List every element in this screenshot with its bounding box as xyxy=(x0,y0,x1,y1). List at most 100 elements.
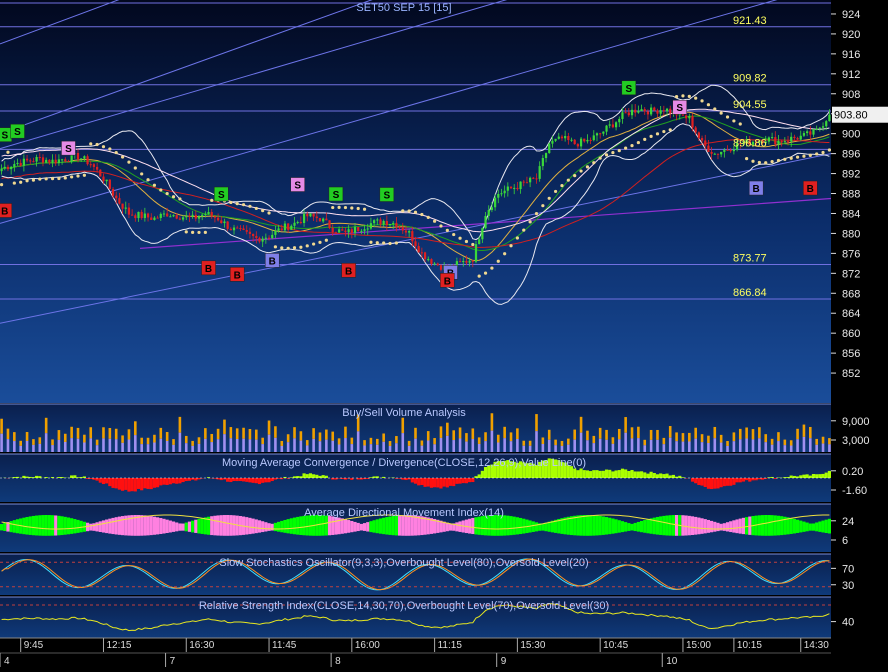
candle xyxy=(592,135,595,141)
volume-bar xyxy=(465,441,468,452)
candle xyxy=(541,158,544,167)
volume-bar xyxy=(598,427,602,439)
candle xyxy=(204,213,207,215)
volume-bar xyxy=(573,429,576,440)
volume-bar xyxy=(745,427,748,439)
volume-bar xyxy=(70,438,73,452)
candle xyxy=(261,238,264,242)
candle xyxy=(783,141,786,143)
candle xyxy=(436,263,439,266)
candle xyxy=(570,139,573,141)
sar-dot xyxy=(407,209,411,213)
volume-bar xyxy=(726,441,729,446)
sar-dot xyxy=(120,155,125,159)
volume-bar xyxy=(821,443,825,452)
candle xyxy=(124,207,127,209)
sar-dot xyxy=(44,177,48,181)
volume-bar xyxy=(809,438,812,452)
volume-bar xyxy=(414,427,417,439)
sar-dot xyxy=(241,203,246,207)
sar-dot xyxy=(19,180,23,184)
volume-bar xyxy=(369,444,373,452)
candle xyxy=(242,228,245,231)
candle xyxy=(137,211,140,219)
volume-bar xyxy=(25,431,29,441)
volume-bar xyxy=(229,427,233,439)
candle xyxy=(408,231,411,233)
sar-dot xyxy=(547,196,551,200)
sar-dot xyxy=(324,238,328,242)
date-label: 7 xyxy=(170,656,176,667)
candle xyxy=(239,228,242,230)
panel-tick-label: 40 xyxy=(842,617,854,629)
candle xyxy=(729,149,732,152)
stock-chart: 921.43 909.82 904.55 896.86 873.77 866.84 BSS… xyxy=(0,0,888,667)
sar-dot xyxy=(611,150,615,155)
volume-bar xyxy=(6,439,10,452)
sar-dot xyxy=(452,232,456,237)
time-label: 15:00 xyxy=(686,640,711,651)
sar-dot xyxy=(630,143,634,148)
volume-bar xyxy=(433,444,436,452)
sar-dot xyxy=(719,111,723,115)
candle xyxy=(433,263,436,265)
volume-bar xyxy=(299,431,303,441)
sar-dot xyxy=(229,200,233,205)
candle xyxy=(226,221,229,229)
volume-bar xyxy=(758,427,761,439)
candle xyxy=(229,228,232,231)
candle xyxy=(602,131,605,134)
candle xyxy=(653,107,656,111)
sar-dot xyxy=(413,210,418,214)
volume-bar xyxy=(184,443,188,452)
candle xyxy=(538,166,541,179)
candle xyxy=(685,115,688,119)
volume-bar xyxy=(235,438,239,452)
candle xyxy=(567,135,570,141)
current-price-label: 903.80 xyxy=(834,110,868,122)
candle xyxy=(411,231,414,242)
volume-bar xyxy=(770,438,774,445)
sar-dot xyxy=(369,240,373,244)
candle xyxy=(551,140,554,144)
volume-bar xyxy=(108,428,112,439)
volume-bar xyxy=(751,429,755,440)
sar-dot xyxy=(764,161,768,165)
volume-bar xyxy=(407,440,411,446)
volume-bar xyxy=(503,438,506,452)
volume-bar xyxy=(153,434,156,443)
candle xyxy=(774,137,777,145)
level-label: 866.84 xyxy=(733,287,767,299)
volume-bar xyxy=(337,438,341,445)
candle xyxy=(478,239,481,245)
volume-bar xyxy=(688,441,691,452)
candle xyxy=(283,223,287,231)
candle xyxy=(54,159,57,164)
candle xyxy=(529,177,532,183)
sar-dot xyxy=(178,197,182,201)
candle xyxy=(420,252,423,254)
candle xyxy=(271,234,274,239)
volume-bar xyxy=(146,437,150,445)
candle xyxy=(156,217,159,219)
sar-dot xyxy=(57,176,61,181)
sar-dot xyxy=(687,94,691,98)
sar-dot xyxy=(146,178,150,182)
sar-dot xyxy=(184,230,188,234)
candle xyxy=(51,159,54,163)
sar-dot xyxy=(12,181,16,185)
price-tick-label: 856 xyxy=(842,348,860,360)
candle xyxy=(0,168,3,172)
candle xyxy=(25,158,29,161)
sar-dot xyxy=(808,153,812,157)
sar-dot xyxy=(636,140,640,145)
candle xyxy=(821,126,825,128)
candle xyxy=(519,181,522,190)
candle xyxy=(10,166,13,170)
sar-dot xyxy=(713,107,717,111)
sar-dot xyxy=(725,115,730,119)
candle xyxy=(131,214,134,216)
candle xyxy=(188,215,191,217)
candle xyxy=(427,259,430,261)
sar-dot xyxy=(617,149,621,153)
